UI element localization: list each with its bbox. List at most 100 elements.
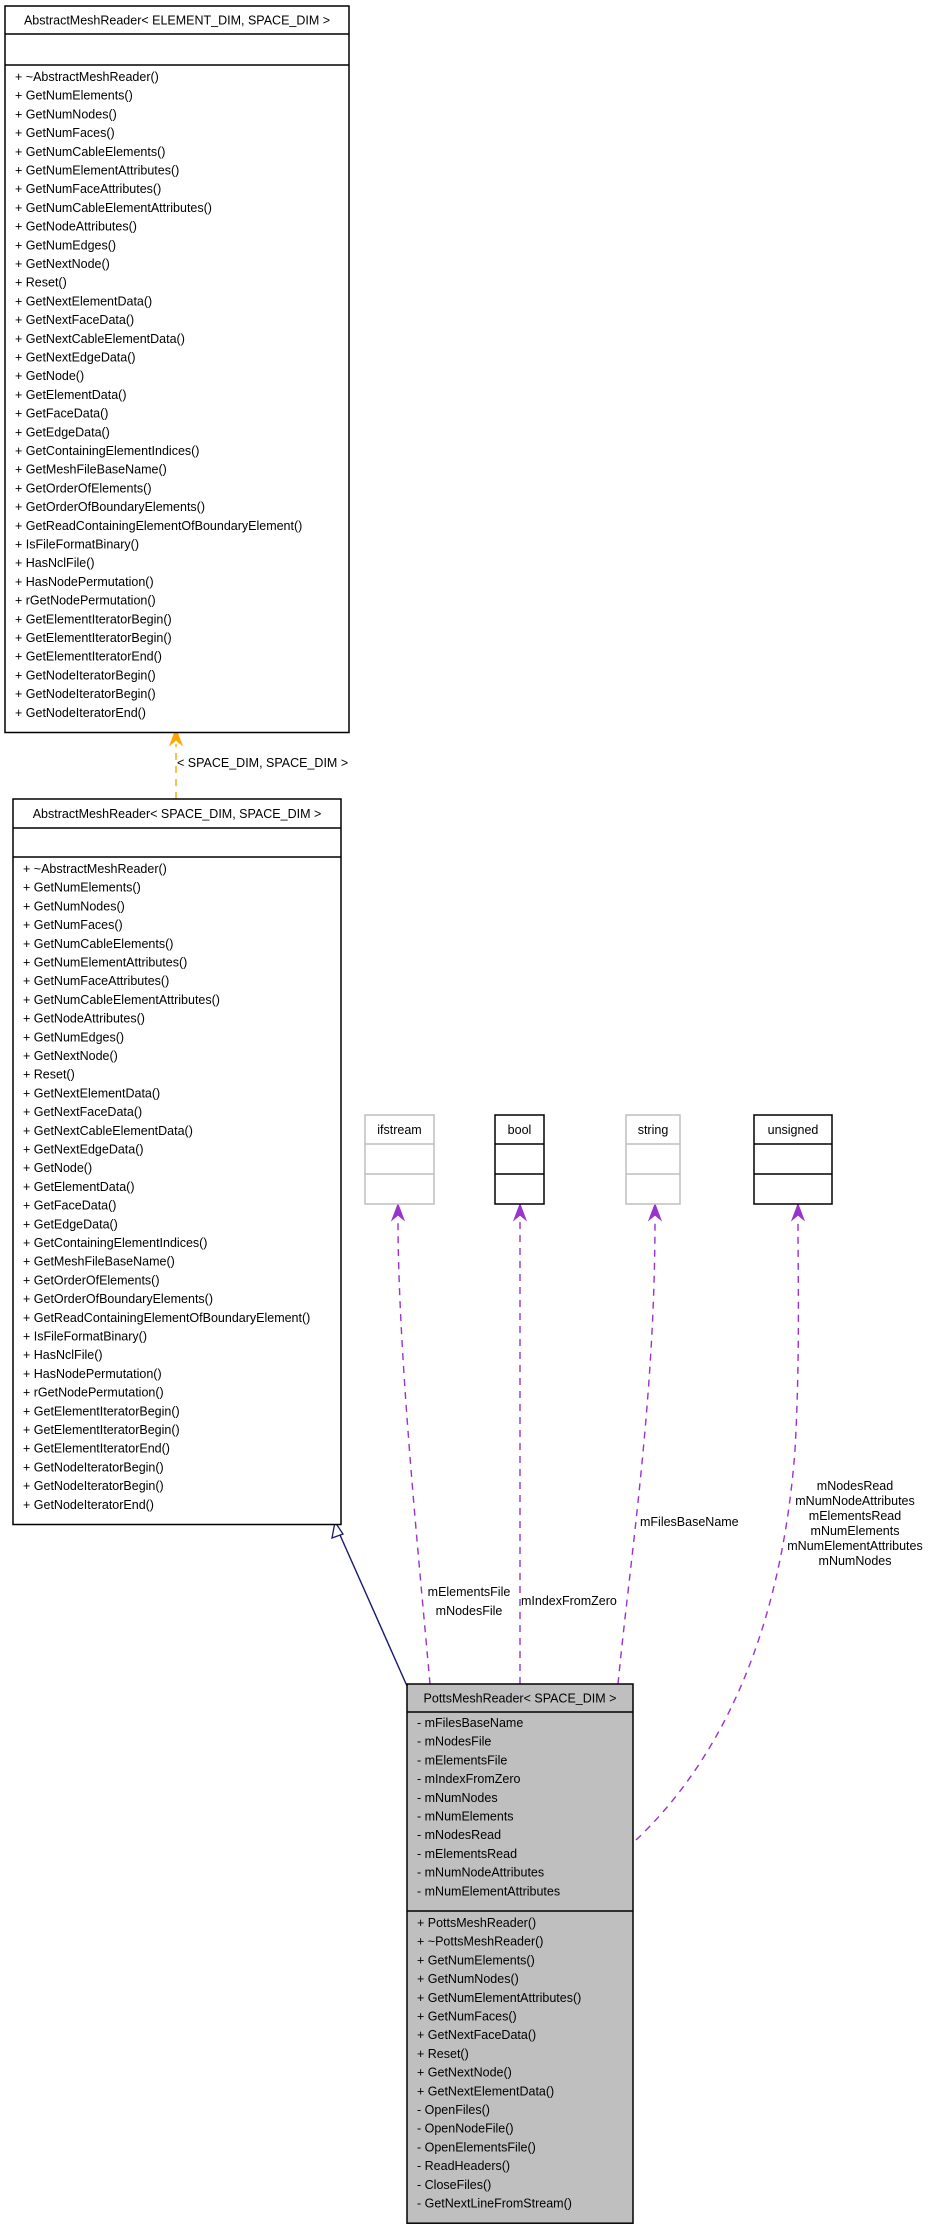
class-method-getelementiteratorbegin: + GetElementIteratorBegin() — [15, 612, 172, 626]
class-method-abstractmeshreader: + ~AbstractMeshReader() — [23, 862, 167, 876]
class-method-openfiles: - OpenFiles() — [417, 2103, 490, 2117]
class-method-getnumelementattributes: + GetNumElementAttributes() — [15, 164, 179, 178]
class-method-getnextlinefromstream: - GetNextLineFromStream() — [417, 2197, 572, 2211]
class-method-reset: + Reset() — [23, 1068, 75, 1082]
class-method-getnumcableelements: + GetNumCableElements() — [15, 145, 165, 159]
class-method-getmeshfilebasename: + GetMeshFileBaseName() — [23, 1255, 175, 1269]
edge-uses-string[interactable] — [617, 1202, 663, 1685]
class-method-getnumnodes: + GetNumNodes() — [15, 107, 117, 121]
collaboration-diagram: AbstractMeshReader< ELEMENT_DIM, SPACE_D… — [4, 5, 923, 2224]
class-method-getnumelements: + GetNumElements() — [15, 89, 133, 103]
class-method-getfacedata: + GetFaceData() — [23, 1199, 116, 1213]
class-method-getnumelements: + GetNumElements() — [417, 1953, 535, 1967]
class-method-getnextcableelementdata: + GetNextCableElementData() — [15, 332, 185, 346]
class-attribute-mnumnodes: - mNumNodes — [417, 1791, 498, 1805]
class-method-getedgedata: + GetEdgeData() — [15, 425, 110, 439]
edge-label-mnumnodeattributes: mNumNodeAttributes — [795, 1494, 915, 1508]
edge-inheritance[interactable] — [331, 1520, 408, 1687]
class-method-getnextcableelementdata: + GetNextCableElementData() — [23, 1124, 193, 1138]
arrow-head-icon — [647, 1202, 663, 1222]
class-method-getnumnodes: + GetNumNodes() — [417, 1972, 519, 1986]
class-method-getelementiteratorend: + GetElementIteratorEnd() — [23, 1442, 170, 1456]
class-name[interactable]: ifstream — [377, 1123, 421, 1137]
edge-label-mfilesbasename: mFilesBaseName — [640, 1515, 739, 1529]
class-attribute-melementsread: - mElementsRead — [417, 1847, 517, 1861]
edge-line — [635, 1219, 800, 1841]
class-method-getnodeiteratorbegin: + GetNodeIteratorBegin() — [23, 1479, 164, 1493]
class-method-getnumnodes: + GetNumNodes() — [23, 899, 125, 913]
class-method-getnumcableelements: + GetNumCableElements() — [23, 937, 173, 951]
class-method-getelementiteratorbegin: + GetElementIteratorBegin() — [15, 631, 172, 645]
class-attribute-mnumnodeattributes: - mNumNodeAttributes — [417, 1866, 544, 1880]
edge-line — [617, 1219, 656, 1685]
class-method-getreadcontainingelementofboundaryelement: + GetReadContainingElementOfBoundaryElem… — [15, 519, 302, 533]
class-method-getnumfaces: + GetNumFaces() — [23, 918, 123, 932]
class-method-getnodeattributes: + GetNodeAttributes() — [15, 220, 137, 234]
class-method-getnumelements: + GetNumElements() — [23, 881, 141, 895]
class-method-getcontainingelementindices: + GetContainingElementIndices() — [15, 444, 199, 458]
class-name[interactable]: unsigned — [768, 1123, 819, 1137]
class-method-isfileformatbinary: + IsFileFormatBinary() — [23, 1330, 147, 1344]
class-attribute-mindexfromzero: - mIndexFromZero — [417, 1772, 521, 1786]
class-box-abstract-space-space[interactable]: AbstractMeshReader< SPACE_DIM, SPACE_DIM… — [12, 798, 342, 1526]
class-method-getelementdata: + GetElementData() — [23, 1180, 135, 1194]
class-attribute-mnumelementattributes: - mNumElementAttributes — [417, 1884, 560, 1898]
class-method-reset: + Reset() — [15, 276, 67, 290]
class-method-getnumedges: + GetNumEdges() — [23, 1030, 124, 1044]
class-method-pottsmeshreader: + ~PottsMeshReader() — [417, 1935, 543, 1949]
class-method-getnode: + GetNode() — [15, 369, 84, 383]
class-method-getnextedgedata: + GetNextEdgeData() — [15, 351, 136, 365]
class-method-readheaders: - ReadHeaders() — [417, 2159, 510, 2173]
class-method-getnextnode: + GetNextNode() — [15, 257, 110, 271]
edge-label-mnodesfile: mNodesFile — [436, 1604, 503, 1618]
class-method-getnumfaces: + GetNumFaces() — [417, 2010, 517, 2024]
class-method-getnextelementdata: + GetNextElementData() — [15, 294, 152, 308]
class-method-getnumedges: + GetNumEdges() — [15, 238, 116, 252]
class-method-hasnodepermutation: + HasNodePermutation() — [15, 575, 154, 589]
edge-label-mnodesread: mNodesRead — [817, 1479, 893, 1493]
class-attribute-mnodesfile: - mNodesFile — [417, 1735, 491, 1749]
class-method-opennodefile: - OpenNodeFile() — [417, 2122, 514, 2136]
class-method-getorderofelements: + GetOrderOfElements() — [15, 481, 152, 495]
class-method-getnumfaceattributes: + GetNumFaceAttributes() — [23, 974, 169, 988]
class-name[interactable]: AbstractMeshReader< SPACE_DIM, SPACE_DIM… — [33, 807, 322, 821]
class-method-getcontainingelementindices: + GetContainingElementIndices() — [23, 1236, 207, 1250]
class-method-getorderofelements: + GetOrderOfElements() — [23, 1273, 160, 1287]
class-method-getnodeiteratorbegin: + GetNodeIteratorBegin() — [23, 1460, 164, 1474]
class-method-getnodeiteratorend: + GetNodeIteratorEnd() — [23, 1498, 154, 1512]
edge-label-mnumelementattributes: mNumElementAttributes — [787, 1539, 922, 1553]
class-name[interactable]: PottsMeshReader< SPACE_DIM > — [424, 1692, 617, 1706]
class-method-getnextnode: + GetNextNode() — [23, 1049, 118, 1063]
class-name[interactable]: string — [638, 1123, 669, 1137]
class-method-getnumcableelementattributes: + GetNumCableElementAttributes() — [15, 201, 212, 215]
class-box-potts[interactable]: PottsMeshReader< SPACE_DIM > - mFilesBase… — [406, 1683, 634, 2224]
edge-line — [339, 1534, 408, 1687]
class-method-openelementsfile: - OpenElementsFile() — [417, 2140, 536, 2154]
class-name[interactable]: AbstractMeshReader< ELEMENT_DIM, SPACE_D… — [24, 14, 330, 28]
class-method-getorderofboundaryelements: + GetOrderOfBoundaryElements() — [23, 1292, 213, 1306]
class-method-getnumfaceattributes: + GetNumFaceAttributes() — [15, 182, 161, 196]
class-box-ifstream[interactable]: ifstream — [364, 1114, 435, 1205]
class-method-getelementdata: + GetElementData() — [15, 388, 127, 402]
class-box-bool[interactable]: bool — [494, 1114, 545, 1205]
class-box-string[interactable]: string — [625, 1114, 681, 1205]
class-method-getnextfacedata: + GetNextFaceData() — [15, 313, 134, 327]
arrow-head-icon — [390, 1202, 406, 1222]
class-method-getfacedata: + GetFaceData() — [15, 407, 108, 421]
class-method-getnodeattributes: + GetNodeAttributes() — [23, 1012, 145, 1026]
edge-uses-bool[interactable] — [512, 1202, 528, 1684]
class-method-getnextelementdata: + GetNextElementData() — [417, 2084, 554, 2098]
class-method-getnumcableelementattributes: + GetNumCableElementAttributes() — [23, 993, 220, 1007]
class-method-getorderofboundaryelements: + GetOrderOfBoundaryElements() — [15, 500, 205, 514]
class-method-getnumfaces: + GetNumFaces() — [15, 126, 115, 140]
edge-uses-ifstream[interactable] — [390, 1202, 431, 1685]
class-method-getnumelementattributes: + GetNumElementAttributes() — [417, 1991, 581, 2005]
class-method-pottsmeshreader: + PottsMeshReader() — [417, 1916, 536, 1930]
class-name[interactable]: bool — [508, 1123, 532, 1137]
class-method-rgetnodepermutation: + rGetNodePermutation() — [23, 1386, 164, 1400]
class-box-unsigned[interactable]: unsigned — [753, 1114, 833, 1205]
class-method-getnodeiteratorbegin: + GetNodeIteratorBegin() — [15, 668, 156, 682]
class-method-getnumelementattributes: + GetNumElementAttributes() — [23, 956, 187, 970]
class-box-abstract-element-space[interactable]: AbstractMeshReader< ELEMENT_DIM, SPACE_D… — [4, 5, 350, 734]
class-method-getnextfacedata: + GetNextFaceData() — [417, 2028, 536, 2042]
